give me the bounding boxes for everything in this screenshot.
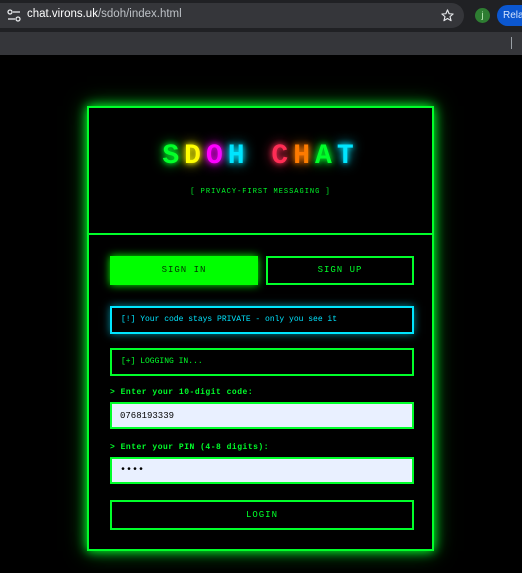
url-text[interactable]: chat.virons.uk/sdoh/index.html: [27, 8, 182, 20]
login-card: SDOH CHAT [ PRIVACY-FIRST MESSAGING ] SI…: [87, 106, 434, 551]
logo-letter: S: [162, 141, 185, 172]
code-label: > Enter your 10-digit code:: [110, 388, 254, 397]
logo-letter: A: [315, 141, 337, 172]
logo-letter: H: [227, 141, 250, 172]
logo-letter: T: [336, 141, 359, 172]
logo-letter: H: [293, 141, 316, 172]
bookmark-star-icon[interactable]: [440, 8, 455, 23]
site-info-icon[interactable]: [7, 9, 21, 22]
card-header: SDOH CHAT [ PRIVACY-FIRST MESSAGING ]: [89, 108, 432, 235]
privacy-notice: [!] Your code stays PRIVATE - only you s…: [110, 306, 414, 334]
browser-toolbar: chat.virons.uk/sdoh/index.html j Rela: [0, 0, 522, 32]
code-input[interactable]: [110, 402, 414, 429]
logo-letter: D: [184, 141, 206, 172]
status-message: [+] LOGGING IN...: [110, 348, 414, 376]
bookmarks-bar: [0, 32, 522, 55]
address-bar[interactable]: chat.virons.uk/sdoh/index.html: [0, 3, 464, 28]
pin-input[interactable]: [110, 457, 414, 484]
url-host: chat.virons.uk: [27, 8, 98, 20]
profile-avatar[interactable]: j: [475, 8, 490, 23]
app-logo: SDOH CHAT: [89, 141, 432, 172]
url-path: /sdoh/index.html: [97, 8, 182, 20]
page-content: SDOH CHAT [ PRIVACY-FIRST MESSAGING ] SI…: [0, 55, 522, 573]
logo-letter: [250, 141, 272, 172]
logo-letter: O: [205, 141, 228, 172]
card-body: SIGN IN SIGN UP [!] Your code stays PRIV…: [89, 235, 432, 549]
login-button[interactable]: LOGIN: [110, 500, 414, 530]
relaunch-button[interactable]: Rela: [497, 5, 522, 26]
pin-label: > Enter your PIN (4-8 digits):: [110, 443, 270, 452]
tab-sign-in[interactable]: SIGN IN: [110, 256, 258, 285]
tab-sign-up[interactable]: SIGN UP: [266, 256, 414, 285]
logo-letter: C: [271, 141, 294, 172]
bookmarks-divider: [511, 37, 512, 49]
tagline: [ PRIVACY-FIRST MESSAGING ]: [190, 188, 331, 196]
